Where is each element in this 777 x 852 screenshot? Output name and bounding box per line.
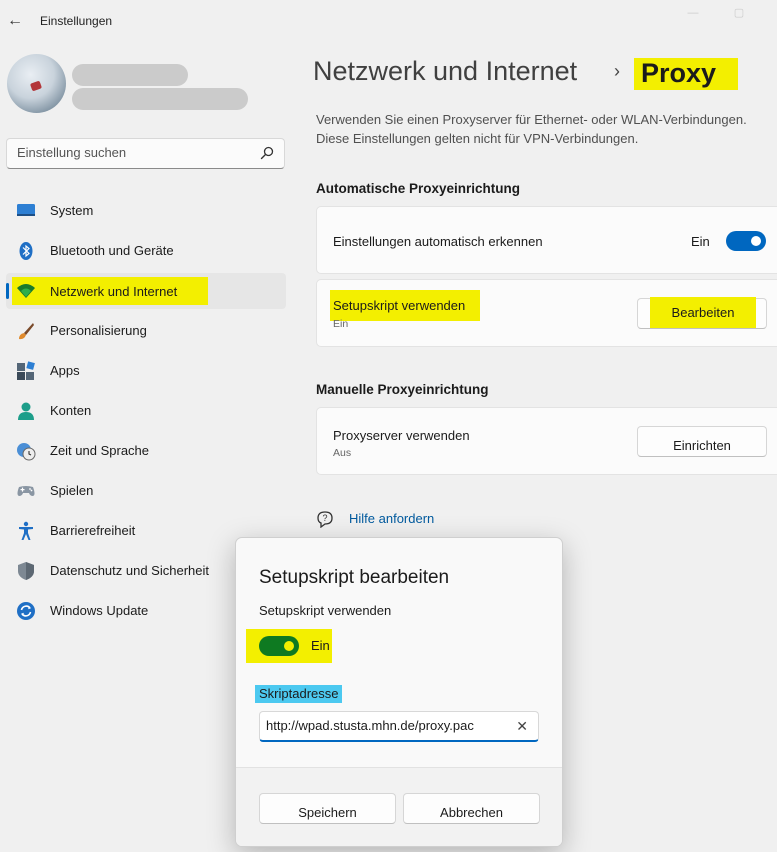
avatar[interactable] — [7, 54, 66, 113]
sidebar-item-label: Datenschutz und Sicherheit — [50, 563, 209, 578]
search-icon[interactable] — [260, 146, 274, 160]
redacted-user-email — [72, 88, 248, 110]
dialog-toggle-label: Setupskript verwenden — [259, 603, 392, 618]
save-button[interactable]: Speichern — [259, 793, 396, 824]
sidebar-item-label: Barrierefreiheit — [50, 523, 136, 538]
auto-detect-card: Einstellungen automatisch erkennen Ein — [316, 206, 777, 274]
sidebar-item-label: Apps — [50, 363, 80, 378]
script-address-label: Skriptadresse — [255, 685, 343, 703]
section-title-manual: Manuelle Proxyeinrichtung — [316, 382, 489, 397]
proxy-server-state: Aus — [333, 447, 352, 459]
dialog-title: Setupskript bearbeiten — [259, 567, 450, 588]
help-link[interactable]: Hilfe anfordern — [349, 511, 434, 526]
minimize-button[interactable]: — — [686, 6, 700, 20]
edit-setup-script-dialog: Setupskript bearbeiten Setupskript verwe… — [235, 537, 563, 847]
sidebar-item-gaming[interactable]: Spielen — [6, 473, 286, 509]
proxy-server-card: Proxyserver verwenden Aus Einrichten — [316, 407, 777, 475]
wifi-icon — [17, 284, 35, 298]
script-address-field[interactable]: ✕ — [259, 711, 539, 742]
sidebar-item-time-language[interactable]: Zeit und Sprache — [6, 433, 286, 469]
section-title-auto: Automatische Proxyeinrichtung — [316, 181, 521, 196]
setup-script-label: Setupskript verwenden — [333, 298, 466, 313]
sidebar-item-label: Konten — [50, 403, 92, 418]
sidebar-item-label: Netzwerk und Internet — [12, 277, 208, 305]
sidebar-item-label: Windows Update — [50, 603, 149, 618]
dialog-toggle-row: Ein — [246, 629, 332, 663]
shield-icon — [18, 562, 34, 580]
app-title: Einstellungen — [40, 14, 113, 28]
proxy-server-label: Proxyserver verwenden — [333, 428, 470, 443]
dialog-footer: Speichern Abbrechen — [236, 767, 562, 846]
sidebar-item-personalization[interactable]: Personalisierung — [6, 313, 286, 349]
monitor-icon — [17, 204, 35, 216]
search-input[interactable] — [17, 145, 247, 160]
script-address-input[interactable] — [266, 718, 506, 733]
page-description: Verwenden Sie einen Proxyserver für Ethe… — [316, 112, 747, 146]
dialog-toggle-state: Ein — [311, 638, 330, 653]
edit-button[interactable]: Bearbeiten — [637, 297, 767, 329]
setup-script-toggle[interactable] — [259, 636, 299, 656]
update-icon — [17, 602, 35, 620]
sidebar-item-system[interactable]: System — [6, 193, 286, 229]
redacted-user-name — [72, 64, 188, 86]
maximize-button[interactable]: ▢ — [732, 6, 746, 20]
sidebar-item-apps[interactable]: Apps — [6, 353, 286, 389]
clear-icon[interactable]: ✕ — [516, 718, 528, 735]
cancel-button[interactable]: Abbrechen — [403, 793, 540, 824]
accessibility-icon — [19, 521, 33, 540]
breadcrumb-separator: › — [614, 61, 620, 81]
sidebar-item-bluetooth[interactable]: Bluetooth und Geräte — [6, 233, 286, 269]
auto-detect-state: Ein — [691, 234, 710, 249]
brush-icon — [19, 323, 34, 340]
breadcrumb-parent[interactable]: Netzwerk und Internet — [313, 56, 577, 87]
auto-detect-label: Einstellungen automatisch erkennen — [333, 234, 543, 249]
sidebar-item-label: System — [50, 203, 94, 218]
settings-search[interactable] — [6, 138, 285, 169]
gamepad-icon — [17, 486, 35, 496]
auto-detect-toggle[interactable] — [726, 231, 766, 251]
sidebar-item-network[interactable]: Netzwerk und Internet — [6, 273, 286, 309]
apps-icon — [17, 361, 35, 380]
active-indicator — [6, 283, 9, 299]
page-title: Proxy — [634, 58, 738, 90]
edit-button-label: Bearbeiten — [650, 297, 756, 328]
setup-button[interactable]: Einrichten — [637, 426, 767, 457]
bluetooth-icon — [19, 242, 33, 260]
clock-globe-icon — [17, 443, 36, 461]
sidebar-item-label: Spielen — [50, 483, 94, 498]
sidebar-item-label: Bluetooth und Geräte — [50, 243, 174, 258]
sidebar-item-accounts[interactable]: Konten — [6, 393, 286, 429]
svg-text:?: ? — [322, 513, 327, 523]
setup-script-card: Setupskript verwenden Ein Bearbeiten — [316, 279, 777, 347]
help-icon: ? — [317, 511, 333, 528]
sidebar-item-label: Personalisierung — [50, 323, 147, 338]
title-bar: ← Einstellungen — ▢ — [0, 0, 777, 44]
setup-script-state: Ein — [333, 318, 349, 330]
sidebar-item-label: Zeit und Sprache — [50, 443, 150, 458]
back-button[interactable]: ← — [6, 10, 24, 32]
person-icon — [18, 402, 34, 420]
